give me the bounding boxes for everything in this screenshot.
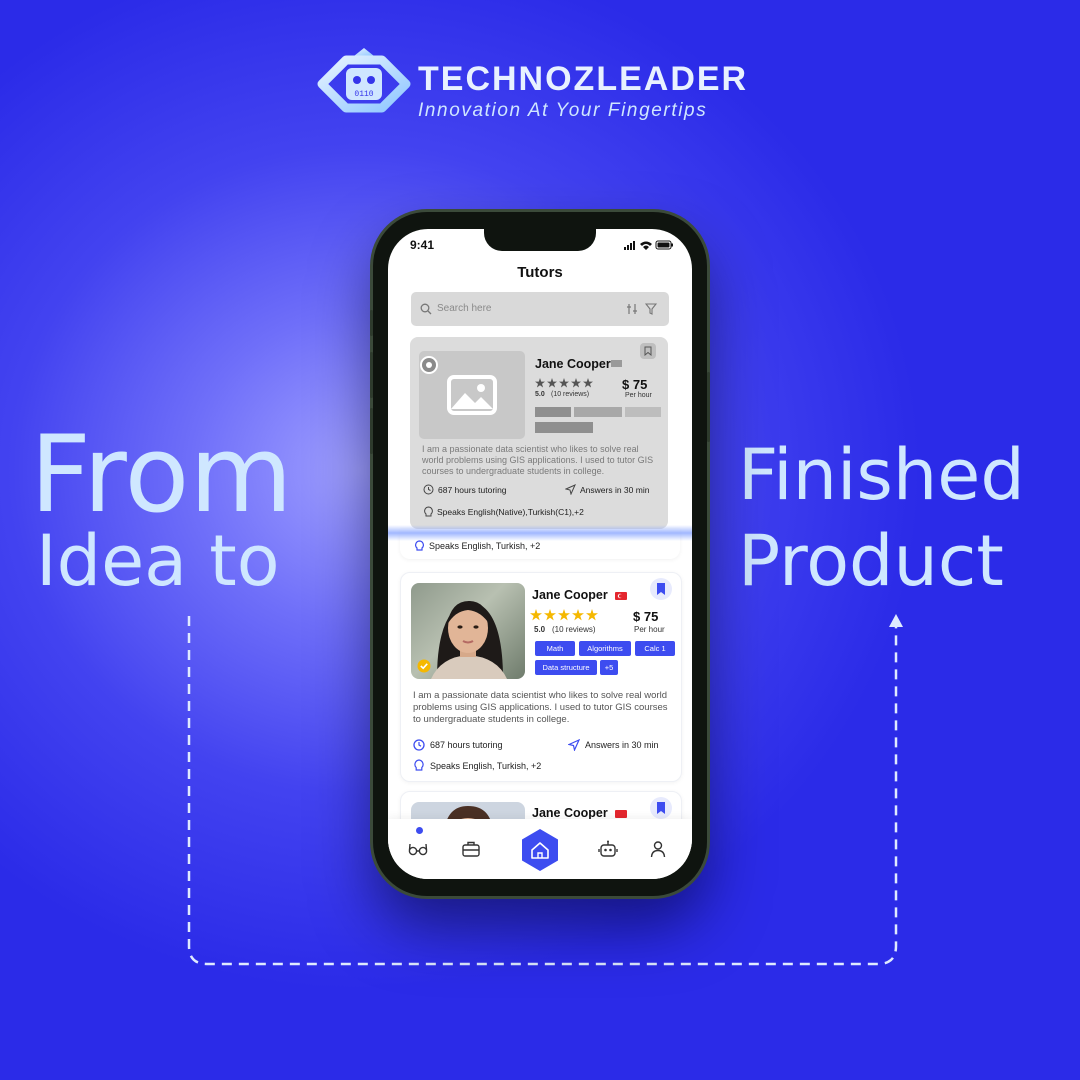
arrow-head-icon [889, 614, 903, 627]
status-time: 9:41 [410, 238, 435, 252]
wf-price: $ 75 [622, 377, 648, 392]
wf-tutor-name: Jane Cooper [535, 357, 611, 371]
subject-tag[interactable]: Algorithms [579, 641, 631, 656]
tutor-card[interactable]: Jane Cooper 5.0 (10 reviews) $ 75 Per ho… [400, 572, 682, 782]
wf-clock-icon [423, 484, 434, 495]
tutor-name: Jane Cooper [532, 806, 608, 820]
sort-icon[interactable] [626, 303, 638, 315]
tutor-description: I am a passionate data scientist who lik… [413, 690, 668, 725]
price-unit: Per hour [634, 625, 665, 634]
search-input[interactable]: Search here [437, 303, 491, 314]
peek-languages: Speaks English, Turkish, +2 [429, 541, 541, 551]
wf-price-unit: Per hour [625, 392, 652, 399]
response-time: Answers in 30 min [585, 740, 659, 750]
bookmark-filled-icon [657, 802, 665, 814]
battery-icon [655, 240, 673, 250]
wf-description: I am a passionate data scientist who lik… [422, 444, 654, 476]
rating-value: 5.0 [534, 625, 546, 634]
wf-languages: Speaks English(Native),Turkish(C1),+2 [437, 507, 584, 517]
wifi-icon [640, 241, 652, 250]
wf-tag-placeholder [574, 407, 622, 417]
wf-flag-icon [611, 360, 622, 367]
filter-icon[interactable] [645, 303, 657, 315]
wf-answers: Answers in 30 min [580, 485, 650, 495]
bulb-icon [415, 540, 424, 551]
clock-icon [413, 739, 425, 751]
wf-hours: 687 hours tutoring [438, 485, 507, 495]
transition-glow [388, 525, 692, 541]
send-icon [568, 739, 580, 751]
phone-mute-switch [370, 310, 373, 336]
bookmark-icon [644, 346, 652, 356]
wireframe-photo-placeholder [419, 351, 525, 439]
app-screen: 9:41 Tutors Search here Jane Cooper 5.0 … [388, 229, 692, 879]
wf-tag-placeholder [535, 422, 593, 433]
profile-icon[interactable] [648, 839, 668, 859]
wireframe-tutor-card[interactable]: Jane Cooper 5.0 (10 reviews) $ 75 Per ho… [410, 337, 668, 529]
status-icons [624, 240, 673, 250]
turkey-flag-icon [615, 810, 627, 818]
phone-volume-up [370, 352, 373, 398]
wf-rating-stars [535, 378, 593, 388]
turkey-flag-icon [615, 592, 627, 600]
wf-bookmark-button[interactable] [640, 343, 656, 359]
subject-tag[interactable]: Calc 1 [635, 641, 675, 656]
wf-tag-placeholder [535, 407, 571, 417]
wf-bulb-icon [424, 506, 433, 517]
signal-icon [624, 241, 635, 250]
tutor-name: Jane Cooper [532, 588, 608, 602]
glasses-icon[interactable] [408, 839, 428, 859]
bulb-icon [414, 759, 424, 771]
tutor-price: $ 75 [633, 609, 659, 624]
verified-badge-placeholder-icon [420, 356, 438, 374]
wf-review-count: (10 reviews) [551, 391, 590, 398]
image-placeholder-icon [447, 375, 497, 415]
search-icon [420, 303, 432, 315]
robot-icon[interactable] [598, 839, 618, 859]
tutor-avatar [411, 583, 525, 679]
wf-tag-placeholder [625, 407, 661, 417]
wf-send-icon [565, 484, 576, 495]
phone-power-button [707, 372, 710, 442]
briefcase-icon[interactable] [461, 839, 481, 859]
subject-tag[interactable]: Data structure [535, 660, 597, 675]
bottom-navigation [388, 819, 692, 879]
bookmark-filled-icon [657, 583, 665, 595]
page-title: Tutors [517, 264, 563, 281]
wf-rating-value: 5.0 [535, 391, 545, 398]
phone-volume-down [370, 408, 373, 454]
search-bar[interactable]: Search here [411, 292, 669, 326]
phone-notch [484, 229, 596, 251]
subject-tag[interactable]: Math [535, 641, 575, 656]
bookmark-button[interactable] [650, 578, 672, 600]
review-count: (10 reviews) [552, 625, 596, 634]
tutoring-hours: 687 hours tutoring [430, 740, 503, 750]
rating-stars [530, 609, 598, 621]
bookmark-button[interactable] [650, 797, 672, 819]
verified-badge-icon [417, 659, 431, 673]
active-indicator-dot [416, 827, 423, 834]
phone-mockup: 9:41 Tutors Search here Jane Cooper 5.0 … [370, 212, 710, 896]
tutor-languages: Speaks English, Turkish, +2 [430, 761, 542, 771]
more-tags-badge[interactable]: +5 [600, 660, 618, 675]
home-button[interactable] [518, 828, 562, 872]
